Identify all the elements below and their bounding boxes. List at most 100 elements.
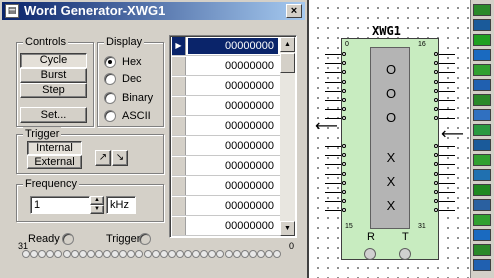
pin-terminal[interactable] (342, 52, 346, 56)
word-row[interactable]: 00000000 (172, 117, 280, 136)
instrument-name: XWG1 (372, 24, 401, 38)
instrument-tool-icon[interactable] (473, 169, 491, 181)
row-gutter (172, 57, 186, 75)
word-list-scrollbar[interactable]: ▲ ▼ (280, 37, 295, 236)
word-value[interactable]: 00000000 (188, 38, 278, 54)
instrument-tool-icon[interactable] (473, 94, 491, 106)
scroll-thumb[interactable] (280, 53, 295, 73)
radio-ascii-label: ASCII (122, 110, 151, 122)
pin-terminal[interactable] (342, 190, 346, 194)
pin-terminal[interactable] (342, 171, 346, 176)
trigger-terminal[interactable] (399, 248, 411, 260)
rising-edge-button[interactable]: ↗ (95, 150, 111, 166)
word-value[interactable]: 00000000 (188, 178, 278, 194)
instrument-tool-icon[interactable] (473, 244, 491, 256)
word-row[interactable]: 00000000 (172, 217, 280, 236)
pin-terminal[interactable] (434, 171, 438, 176)
instrument-tool-icon[interactable] (473, 4, 491, 16)
frequency-spin-down[interactable]: ▼ (90, 205, 104, 214)
instrument-tool-icon[interactable] (473, 214, 491, 226)
instrument-tool-icon[interactable] (473, 229, 491, 241)
instrument-tool-icon[interactable] (473, 64, 491, 76)
cycle-button[interactable]: Cycle (20, 53, 87, 68)
title-bar[interactable]: ▤ Word Generator-XWG1 × (2, 2, 305, 20)
ready-indicator (62, 233, 74, 245)
falling-edge-button[interactable]: ↘ (112, 150, 128, 166)
pin-wire (325, 90, 341, 92)
pin-wire (439, 118, 455, 120)
instrument-tool-icon[interactable] (473, 124, 491, 136)
word-row[interactable]: 00000000 (172, 157, 280, 176)
row-gutter (172, 117, 186, 135)
rising-edge-icon: ↗ (98, 152, 108, 163)
instrument-tool-icon[interactable] (473, 184, 491, 196)
pin-terminal[interactable] (434, 52, 438, 56)
pin-wire (325, 201, 341, 203)
pin-terminal[interactable] (434, 144, 438, 148)
bit-indicator (103, 250, 111, 258)
instrument-tool-icon[interactable] (473, 49, 491, 61)
word-row[interactable]: 00000000 (172, 57, 280, 76)
radio-hex-indicator[interactable] (104, 56, 116, 68)
instrument-tool-icon[interactable] (473, 79, 491, 91)
pin-terminal[interactable] (434, 180, 438, 185)
bit-indicator (111, 250, 120, 258)
word-row[interactable]: 00000000 (172, 77, 280, 96)
reset-terminal[interactable] (364, 248, 376, 260)
word-row[interactable]: 00000000 (172, 177, 280, 196)
step-button[interactable]: Step (20, 83, 87, 98)
set-button[interactable]: Set... (20, 107, 87, 123)
word-value[interactable]: 00000000 (188, 98, 278, 114)
word-row[interactable]: 00000000 (172, 197, 280, 216)
symbol-letter: X (386, 150, 396, 165)
word-value[interactable]: 00000000 (188, 198, 278, 214)
word-value[interactable]: 00000000 (188, 218, 278, 234)
frequency-input[interactable]: 1 (30, 196, 90, 214)
word-row[interactable]: 00000000 (172, 97, 280, 116)
scroll-up-button[interactable]: ▲ (280, 37, 295, 52)
instrument-tool-icon[interactable] (473, 19, 491, 31)
word-list[interactable]: 00000000 00000000 00000000 00000000 00000000… (169, 35, 297, 238)
pin-terminal[interactable] (434, 79, 438, 84)
instrument-tool-icon[interactable] (473, 34, 491, 46)
word-value[interactable]: 00000000 (188, 158, 278, 174)
word-value[interactable]: 00000000 (188, 78, 278, 94)
pin-wire (439, 100, 455, 101)
external-trigger-button[interactable]: External (27, 155, 82, 169)
word-value[interactable]: 00000000 (188, 138, 278, 154)
left-arrow-icon: ⟵ (315, 116, 338, 135)
word-row[interactable]: ▶ 00000000 (172, 37, 280, 56)
pin-terminal[interactable] (342, 180, 346, 185)
instrument-tool-icon[interactable] (473, 154, 491, 166)
burst-button[interactable]: Burst (20, 68, 87, 83)
pin-terminal[interactable] (434, 190, 438, 194)
word-value[interactable]: 00000000 (188, 118, 278, 134)
pin-terminal[interactable] (342, 98, 346, 102)
pin-terminal[interactable] (342, 88, 346, 93)
instrument-palette (470, 0, 494, 278)
pin-terminal[interactable] (434, 88, 438, 93)
pin-terminal[interactable] (342, 144, 346, 148)
word-row[interactable]: 00000000 (172, 137, 280, 156)
pin-terminal[interactable] (342, 79, 346, 84)
instrument-tool-icon[interactable] (473, 199, 491, 211)
instrument-tool-icon[interactable] (473, 109, 491, 121)
bit-indicator (200, 250, 209, 258)
bit-indicator (192, 250, 201, 258)
scroll-down-button[interactable]: ▼ (280, 221, 295, 236)
instrument-tool-icon[interactable] (473, 139, 491, 151)
radio-binary-indicator[interactable] (104, 92, 116, 104)
radio-dec-indicator[interactable] (104, 73, 116, 85)
pin-terminal[interactable] (434, 98, 438, 102)
instrument-tool-icon[interactable] (473, 259, 491, 271)
word-generator-symbol[interactable]: O O O X X X 0 16 15 31 R T (341, 38, 439, 260)
internal-trigger-button[interactable]: Internal (27, 141, 82, 155)
radio-ascii-indicator[interactable] (104, 110, 116, 122)
scroll-down-icon: ▼ (284, 225, 291, 232)
frequency-unit-field[interactable]: kHz (106, 196, 136, 214)
pin-wire (439, 164, 455, 166)
ready-label: Ready (28, 233, 60, 245)
frequency-spin-up[interactable]: ▲ (90, 196, 104, 205)
close-button[interactable]: × (286, 4, 302, 18)
word-value[interactable]: 00000000 (188, 58, 278, 74)
